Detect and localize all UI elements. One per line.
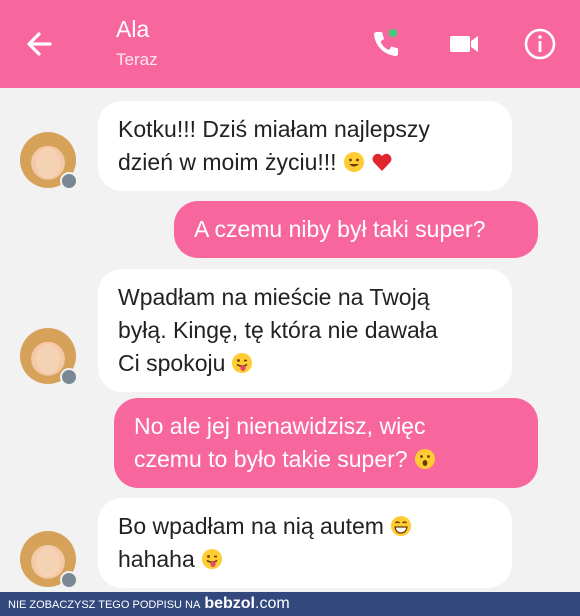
chat-header: Ala Teraz: [0, 0, 580, 88]
info-icon[interactable]: [522, 26, 558, 62]
video-call-icon[interactable]: [446, 26, 482, 62]
smile-emoji-icon: [343, 152, 364, 172]
surprised-emoji-icon: [414, 449, 435, 469]
messenger-badge-icon: [60, 368, 78, 386]
message-outgoing[interactable]: No ale jej nienawidzisz, więc czemu to b…: [114, 398, 538, 488]
watermark-footer: NIE ZOBACZYSZ TEGO PODPISU NA bebzol.com: [0, 592, 580, 616]
contact-avatar[interactable]: [20, 328, 78, 386]
footer-caption: NIE ZOBACZYSZ TEGO PODPISU NA: [8, 599, 201, 611]
contact-avatar[interactable]: [20, 132, 78, 190]
contact-name: Ala: [116, 16, 150, 42]
message-list[interactable]: Kotku!!! Dziś miałam najlepszy dzień w m…: [0, 88, 580, 592]
contact-avatar[interactable]: [20, 531, 78, 589]
phone-call-icon[interactable]: [368, 26, 404, 62]
tongue-out-emoji-icon: [201, 549, 222, 569]
footer-brand[interactable]: bebzol.com: [204, 595, 289, 612]
grinning-emoji-icon: [390, 516, 411, 536]
tongue-out-emoji-icon: [232, 353, 253, 373]
back-arrow-icon[interactable]: [22, 26, 58, 62]
red-heart-icon: [372, 153, 392, 171]
message-incoming[interactable]: Bo wpadłam na nią autem hahaha: [98, 498, 512, 588]
messenger-badge-icon: [60, 172, 78, 190]
message-outgoing[interactable]: A czemu niby był taki super?: [174, 201, 538, 258]
message-incoming[interactable]: Kotku!!! Dziś miałam najlepszy dzień w m…: [98, 101, 512, 191]
messenger-badge-icon: [60, 571, 78, 589]
contact-status: Teraz: [116, 50, 158, 69]
message-incoming[interactable]: Wpadłam na mieście na Twoją byłą. Kingę,…: [98, 269, 512, 392]
